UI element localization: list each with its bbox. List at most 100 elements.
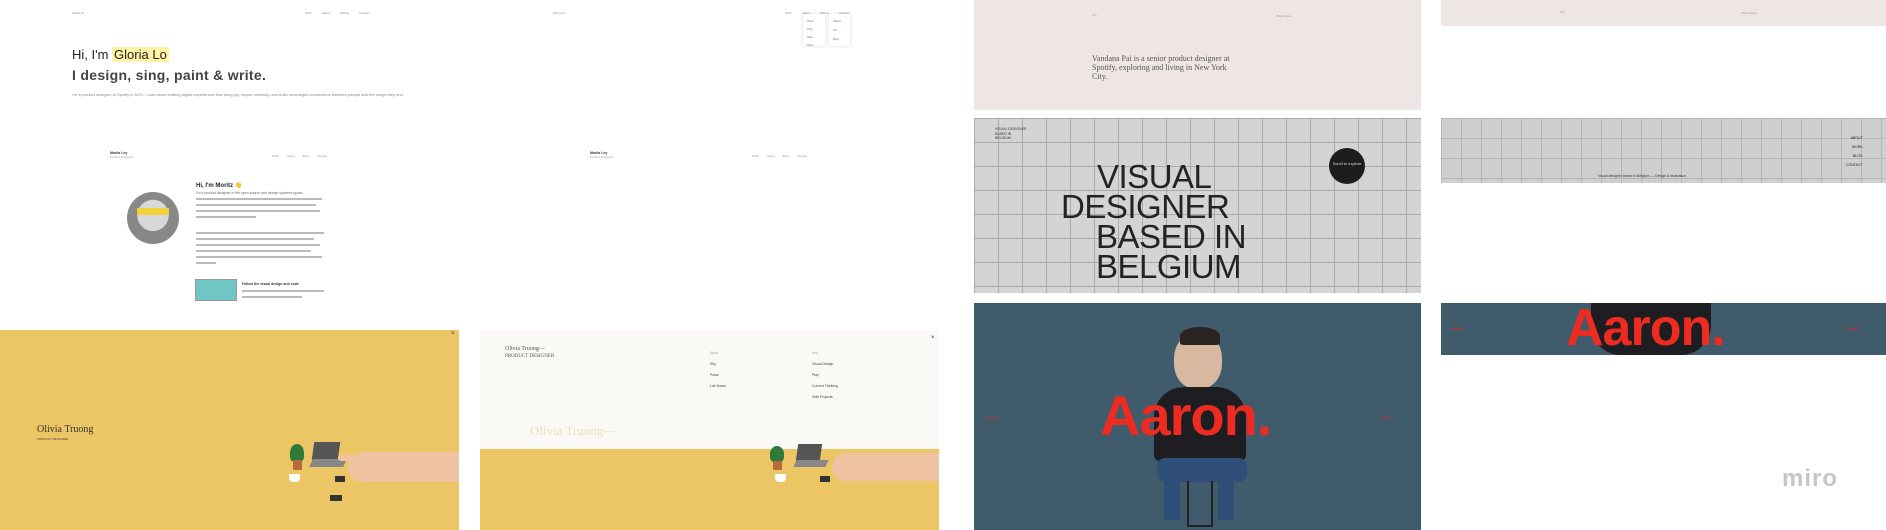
side-nav-item[interactable]: WORK [1846, 143, 1863, 152]
aaron-left-tag[interactable]: Designer [1450, 327, 1464, 331]
pot-icon [773, 461, 782, 470]
gloria-logo[interactable]: Gloria Lo [72, 11, 84, 15]
moritz-avatar [127, 192, 179, 244]
hand-image [832, 453, 939, 481]
pot-icon [293, 460, 302, 470]
vandana-nav-duplicate[interactable]: Work About [1741, 11, 1756, 15]
menu-header: Info [812, 351, 818, 355]
menu-item[interactable]: Play [812, 370, 838, 381]
olivia-menu-name[interactable]: Olivia Truong— [505, 345, 554, 353]
gloria-nav-about[interactable]: About [322, 11, 330, 15]
olivia-role: PRODUCT DESIGNER [37, 437, 69, 441]
laptop-base-icon [793, 460, 829, 467]
close-icon[interactable]: × [931, 335, 935, 341]
moritz-site-id-duplicate[interactable]: Moritz Ley Product Designer [590, 151, 613, 159]
gloria-nav-work[interactable]: Work [305, 11, 312, 15]
scroll-badge[interactable]: Scroll to explore [1329, 148, 1365, 184]
side-nav-item[interactable]: ABOUT [1846, 134, 1863, 143]
gloria-tagline: I design, sing, paint & write. [72, 67, 267, 83]
menu-item[interactable]: Lab Notes [710, 381, 726, 392]
dropdown-menu-work: Work Play Side More [803, 14, 825, 49]
moritz-nav-blog[interactable]: Blog [303, 154, 309, 158]
menu-item[interactable]: Side Projects [812, 392, 838, 403]
moritz-site-id[interactable]: Moritz Ley Product Designer [110, 151, 133, 159]
visual-footer: Visual designer based in Belgium — Desig… [1598, 174, 1687, 178]
close-icon[interactable]: × [451, 331, 455, 337]
menu-item[interactable]: Visual Design [812, 359, 838, 370]
moritz-card-thumbnail[interactable] [195, 279, 237, 301]
aaron-title-small: Aaron. [1566, 299, 1726, 357]
moritz-nav-about[interactable]: About [767, 154, 775, 158]
dropdown-menu-about: About CV Blog [829, 14, 850, 46]
moritz-nav: Work About Blog Contact [272, 154, 327, 158]
gloria-logo-duplicate[interactable]: Gloria Lo [553, 11, 565, 15]
olivia-ghost-name: Olivia Truong— [530, 423, 617, 438]
menu-item[interactable]: Sky [710, 359, 726, 370]
moritz-nav-work[interactable]: Work [272, 154, 279, 158]
vandana-logo[interactable]: V.P. [1092, 13, 1097, 17]
olivia-menu-col2: Info Visual Design Play Current Thinking… [812, 348, 838, 403]
moritz-site-role: Product Designer [590, 155, 614, 159]
stool-image [1187, 481, 1213, 527]
vandana-nav[interactable]: Work About [1276, 14, 1291, 18]
gloria-nav-work[interactable]: Work [785, 11, 792, 15]
moritz-greeting: Hi, I'm Moritz 👋 [196, 183, 243, 189]
olivia-name: Olivia Truong [37, 424, 94, 435]
moritz-nav-contact[interactable]: Contact [317, 154, 327, 158]
dropdown-item[interactable]: Play [807, 25, 821, 33]
aaron-left-tag[interactable]: Designer [985, 416, 999, 420]
coffee-cup-icon [775, 474, 786, 482]
aaron-title: Aaron. [1100, 384, 1272, 447]
laptop-screen-icon [795, 444, 823, 461]
gloria-nav-writing[interactable]: Writing [340, 11, 349, 15]
avatar-yellow-band [137, 208, 169, 215]
aaron-right-tag[interactable]: Portfolio [1846, 327, 1859, 331]
gloria-nav-contact[interactable]: Contact [359, 11, 369, 15]
phone-icon [820, 476, 830, 482]
miro-watermark: miro [1782, 465, 1839, 492]
moritz-nav-duplicate: Work About Blog Contact [752, 154, 807, 158]
moritz-nav-blog[interactable]: Blog [783, 154, 789, 158]
laptop-screen-icon [311, 442, 341, 460]
dropdown-item[interactable]: CV [833, 26, 846, 35]
dropdown-item[interactable]: More [807, 41, 821, 49]
gloria-greeting: Hi, I'm [72, 47, 113, 62]
vandana-intro: Vandana Pai is a senior product designer… [1092, 54, 1230, 81]
aaron-right-tag[interactable]: Portfolio [1380, 416, 1393, 420]
dropdown-item[interactable]: Work [807, 17, 821, 25]
gloria-intro: I'm a product designer at Spotify in NYC… [72, 92, 405, 97]
hand-image [348, 452, 459, 482]
moritz-nav-about[interactable]: About [287, 154, 295, 158]
moritz-bio-lines [196, 198, 324, 222]
moritz-card-lines [242, 290, 324, 302]
moritz-bio: I'm a product designer in the open sourc… [196, 191, 304, 195]
menu-item[interactable]: Current Thinking [812, 381, 838, 392]
moritz-card-title[interactable]: Follow the visual design and code [242, 282, 299, 286]
menu-header: Work [710, 351, 719, 355]
moritz-bio-lines-2 [196, 232, 324, 268]
menu-item[interactable]: Pulse [710, 370, 726, 381]
vandana-frame-duplicate [1441, 0, 1886, 26]
person-leg-image [1218, 478, 1234, 520]
olivia-menu-heading: Olivia Truong— PRODUCT DESIGNER [505, 345, 554, 361]
side-nav-item[interactable]: BLOG [1846, 152, 1863, 161]
person-leg-image [1164, 478, 1180, 520]
coffee-cup-icon [289, 474, 300, 482]
gloria-nav: Work About Writing Contact [305, 11, 369, 15]
visual-corner-label: VISUAL DESIGNER BASED IN BELGIUM [995, 127, 1027, 140]
vandana-logo-duplicate[interactable]: V.P. [1560, 10, 1565, 14]
side-nav-item[interactable]: CONTACT [1846, 161, 1863, 170]
olivia-menu-col1: Work Sky Pulse Lab Notes [710, 348, 726, 392]
dropdown-item[interactable]: Side [807, 33, 821, 41]
moritz-site-role: Product Designer [110, 155, 134, 159]
moritz-nav-contact[interactable]: Contact [797, 154, 807, 158]
person-hair-image [1180, 327, 1220, 345]
phone-icon [335, 476, 345, 482]
moritz-nav-work[interactable]: Work [752, 154, 759, 158]
dropdown-item[interactable]: About [833, 17, 846, 26]
gloria-name-highlight: Gloria Lo [112, 47, 169, 62]
olivia-menu-subtitle: PRODUCT DESIGNER [505, 354, 555, 359]
phone-icon [330, 495, 342, 501]
gloria-heading: Hi, I'm Gloria Lo [72, 47, 169, 62]
dropdown-item[interactable]: Blog [833, 35, 846, 44]
